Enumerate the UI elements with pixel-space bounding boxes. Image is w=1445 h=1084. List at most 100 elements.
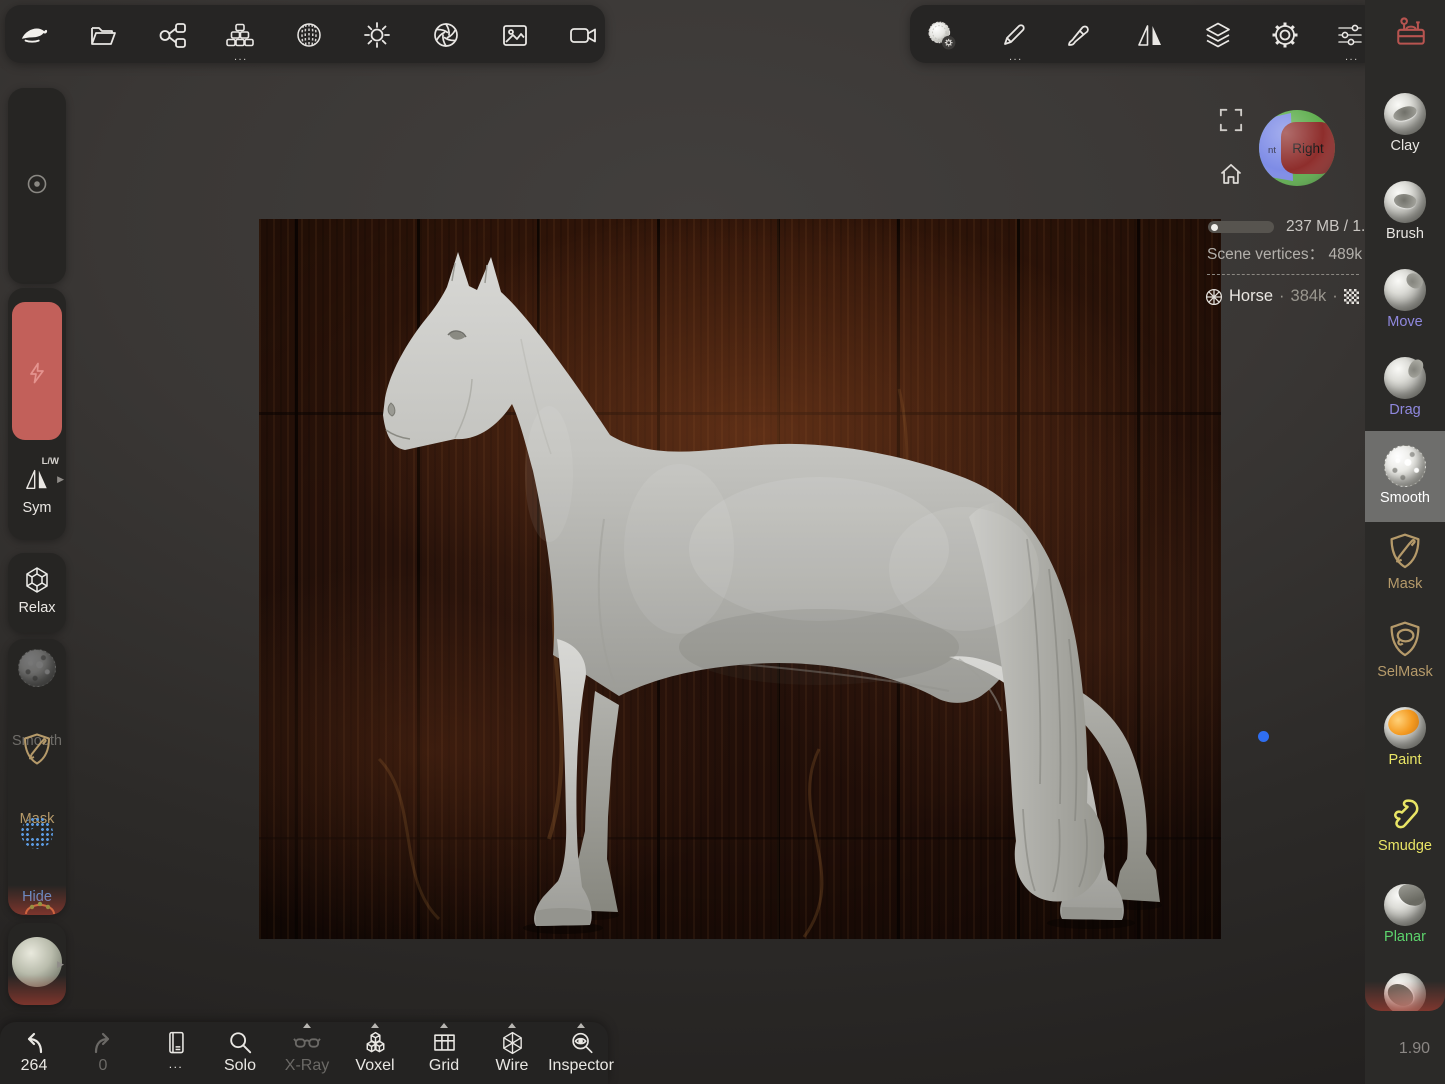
- material-icon[interactable]: [292, 18, 326, 52]
- tool-mask[interactable]: Mask: [1365, 531, 1445, 592]
- tool-label: Move: [1365, 314, 1445, 330]
- quick-mask-icon: [20, 731, 54, 769]
- tool-settings-gear-badge[interactable]: [942, 36, 956, 50]
- undo-button[interactable]: 264: [2, 1030, 66, 1075]
- inspector-eye-icon: [568, 1030, 595, 1056]
- lighting-icon[interactable]: [360, 18, 394, 52]
- files-icon[interactable]: [86, 18, 120, 52]
- app-window: Right nt 237 MB / 1.4 Scene vertices： 48…: [0, 0, 1445, 1084]
- object-sep: ·: [1279, 287, 1285, 306]
- relax-web-icon: [22, 565, 52, 595]
- sym-label: Sym: [8, 500, 66, 516]
- solo-button[interactable]: Solo: [208, 1030, 272, 1075]
- matcap-expand-arrow[interactable]: ▶: [57, 959, 64, 970]
- tool-planar[interactable]: Planar: [1365, 884, 1445, 945]
- gizmo-tool-partial-icon[interactable]: [22, 899, 58, 914]
- interface-sliders-icon[interactable]: ...: [1333, 18, 1367, 52]
- intensity-sym-panel: L/W ▶ Sym: [8, 288, 66, 540]
- redo-count: 0: [71, 1057, 135, 1075]
- redo-button[interactable]: 0: [71, 1030, 135, 1075]
- viewport-3d[interactable]: [259, 219, 1221, 939]
- voxel-button[interactable]: Voxel: [343, 1030, 407, 1075]
- tool-label: Brush: [1365, 226, 1445, 242]
- history-button[interactable]: ...: [144, 1030, 208, 1071]
- object-vertex-count: 384k: [1291, 287, 1327, 306]
- home-view-icon[interactable]: [1218, 161, 1244, 186]
- layers-icon[interactable]: [1201, 18, 1235, 52]
- sym-expand-arrow[interactable]: ▶: [57, 474, 64, 485]
- quick-smooth-icon: [18, 649, 56, 687]
- tool-partial-next[interactable]: [1365, 973, 1445, 1011]
- intensity-bolt-icon: [28, 362, 46, 384]
- nomad-logo-icon[interactable]: [17, 18, 51, 52]
- tool-smudge[interactable]: Smudge: [1365, 795, 1445, 854]
- topology-icon[interactable]: ...: [223, 18, 257, 52]
- active-tool-icon[interactable]: [924, 18, 958, 52]
- smudge-finger-icon: [1385, 795, 1425, 835]
- tool-label: SelMask: [1365, 664, 1445, 680]
- material-brush-icon[interactable]: [1062, 18, 1096, 52]
- tool-label: Smudge: [1365, 838, 1445, 854]
- paint-sphere-icon: [1384, 707, 1426, 749]
- postprocess-icon[interactable]: [429, 18, 463, 52]
- radius-icon: [26, 173, 48, 195]
- quick-hide-button[interactable]: Hide: [8, 817, 66, 865]
- tool-smooth-selected[interactable]: Smooth: [1365, 431, 1445, 522]
- symmetry-icon[interactable]: [1133, 18, 1167, 52]
- tool-paint[interactable]: Paint: [1365, 707, 1445, 768]
- inspector-label: Inspector: [542, 1057, 620, 1075]
- clay-sphere-icon: [1384, 93, 1426, 135]
- object-info-row[interactable]: Horse · 384k ·: [1205, 287, 1359, 306]
- quick-smooth-button[interactable]: Smooth: [8, 649, 66, 703]
- bottom-toolbar: 264 0 ... Solo X-Ray Voxel: [0, 1022, 608, 1084]
- tool-label: Planar: [1365, 929, 1445, 945]
- tool-move[interactable]: Move: [1365, 269, 1445, 330]
- selmask-shield-icon: [1386, 619, 1424, 661]
- toolbar-right: ... ...: [910, 5, 1378, 63]
- object-name: Horse: [1229, 287, 1273, 306]
- wireframe-icon: [499, 1030, 526, 1056]
- history-more-dots: ...: [144, 1057, 208, 1071]
- sym-mirror-icon[interactable]: [23, 466, 51, 492]
- quick-mask-button[interactable]: Mask: [8, 731, 66, 785]
- scene-vertices-text: Scene vertices： 489k: [1207, 242, 1362, 264]
- background-image-icon[interactable]: [498, 18, 532, 52]
- camera-icon[interactable]: [566, 18, 600, 52]
- object-sep2: ·: [1332, 287, 1338, 306]
- memory-progress-bar: [1208, 221, 1274, 233]
- hud-divider: [1207, 274, 1359, 275]
- orientation-gizmo[interactable]: Right nt: [1257, 108, 1337, 193]
- planar-sphere-icon: [1384, 884, 1426, 926]
- fullscreen-icon[interactable]: [1219, 108, 1243, 132]
- quick-tools-panel: Smooth Mask Hide: [8, 639, 66, 915]
- inspector-button[interactable]: Inspector: [542, 1030, 620, 1075]
- smooth-sphere-icon: [1384, 445, 1426, 487]
- debug-toolbox-icon[interactable]: [1394, 16, 1428, 50]
- quick-hide-icon: [20, 817, 54, 849]
- stroke-pencil-icon[interactable]: ...: [997, 18, 1031, 52]
- scene-vertices-value: 489k: [1328, 246, 1362, 263]
- relax-button[interactable]: Relax: [8, 553, 66, 633]
- sliders-more-dots: ...: [1345, 51, 1359, 63]
- tool-brush[interactable]: Brush: [1365, 181, 1445, 242]
- relax-label: Relax: [8, 600, 66, 616]
- grid-button[interactable]: Grid: [412, 1030, 476, 1075]
- xray-caret: [303, 1023, 311, 1028]
- tool-drag[interactable]: Drag: [1365, 357, 1445, 418]
- redo-icon: [90, 1030, 116, 1056]
- voxel-label: Voxel: [343, 1057, 407, 1075]
- history-book-icon: [163, 1030, 189, 1056]
- tool-clay[interactable]: Clay: [1365, 93, 1445, 154]
- tool-selmask[interactable]: SelMask: [1365, 619, 1445, 680]
- xray-button[interactable]: X-Ray: [275, 1030, 339, 1075]
- matcap-panel[interactable]: ▶: [8, 923, 66, 1005]
- wire-button[interactable]: Wire: [480, 1030, 544, 1075]
- tool-label: Smooth: [1365, 490, 1445, 506]
- intensity-slider[interactable]: [12, 302, 62, 440]
- solo-magnifier-icon: [227, 1030, 253, 1056]
- radius-slider-panel[interactable]: [8, 88, 66, 284]
- settings-gear-icon[interactable]: [1268, 18, 1302, 52]
- mask-shield-icon: [1386, 531, 1424, 573]
- scene-graph-icon[interactable]: [155, 18, 189, 52]
- tool-label: Clay: [1365, 138, 1445, 154]
